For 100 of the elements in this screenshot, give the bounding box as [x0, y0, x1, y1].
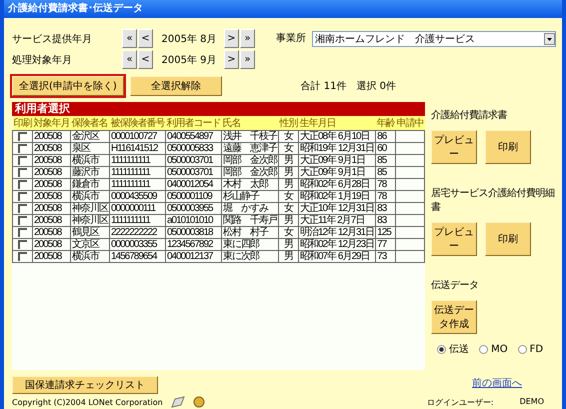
section-heading: 伝送データ	[431, 279, 480, 292]
section-heading: 介護給付費請求書	[431, 108, 508, 122]
checkbox[interactable]	[18, 240, 27, 249]
table-cell: 200508	[32, 250, 70, 262]
radio-option[interactable]: FD	[518, 344, 544, 354]
field-label: 事業所	[276, 32, 306, 45]
checkbox[interactable]	[18, 192, 27, 201]
table-cell: 昭和02年 1月19日	[298, 190, 376, 202]
table-cell: 木村 太郎	[222, 178, 278, 190]
table-cell: 文京区	[70, 238, 110, 250]
table-cell: 松村 村子	[222, 226, 278, 238]
checkbox[interactable]	[18, 228, 27, 237]
table-cell: 男	[278, 178, 298, 190]
radio-button[interactable]	[518, 344, 527, 354]
table-cell: 0500001109	[166, 190, 222, 202]
column-header: 対象年月	[32, 116, 70, 130]
table-cell: 200508	[32, 154, 70, 166]
checklist-button[interactable]: 国保連請求チェックリスト	[12, 376, 158, 394]
next-button[interactable]: »	[240, 50, 255, 69]
table-cell: 杉山静子	[222, 190, 278, 202]
table-cell: 0000003355	[110, 238, 166, 250]
table-cell: 0000000111	[110, 202, 166, 214]
previous-button[interactable]: <	[138, 50, 153, 69]
table-cell: 大正09年 9月1日	[298, 154, 376, 166]
table-cell: 0500003701	[166, 154, 222, 166]
radio-option[interactable]: 伝送	[437, 342, 470, 356]
checkbox[interactable]	[18, 252, 27, 261]
table-cell: 浅井 千枝子	[222, 130, 278, 142]
table-cell: 大正08年 6月10日	[298, 130, 376, 142]
table-cell: 0500005833	[166, 142, 222, 154]
section-heading: 居宅サービス介護給付費明細書	[431, 186, 556, 214]
table-cell: 73	[376, 250, 396, 262]
table-cell: 200508	[32, 166, 70, 178]
checkbox[interactable]	[18, 132, 27, 141]
checkbox[interactable]	[18, 144, 27, 153]
table-cell: 0500003701	[166, 166, 222, 178]
table-cell: 女	[278, 142, 298, 154]
column-header: 氏名	[222, 116, 278, 130]
table-cell: 83	[376, 202, 396, 214]
panel-title: 利用者選択	[12, 102, 426, 116]
table-cell: 遠藤 恵津子	[222, 142, 278, 154]
table-cell: 85	[376, 154, 396, 166]
table-cell: 2222222222	[110, 226, 166, 238]
table-cell: 200508	[32, 190, 70, 202]
next-button[interactable]: >	[224, 29, 239, 48]
selected-count: 選択 0件	[356, 80, 396, 93]
clear-selection-button[interactable]: 全選択解除	[130, 76, 222, 96]
table-cell: 1234567892	[166, 238, 222, 250]
create-data-button[interactable]: 伝送データ作成	[431, 300, 478, 334]
office-dropdown[interactable]: 湘南ホームフレンド 介護サービス	[312, 31, 556, 47]
next-button[interactable]: »	[240, 29, 255, 48]
checkbox[interactable]	[18, 180, 27, 189]
table-cell: 男	[278, 154, 298, 166]
table-cell: 200508	[32, 142, 70, 154]
table-cell: 神奈川区	[70, 214, 110, 226]
table-cell: 125	[376, 226, 396, 238]
table-cell: 明治12年 12月31日	[298, 226, 376, 238]
table-cell: 大正10年 12月31日	[298, 202, 376, 214]
table-cell: 東に次郎	[222, 250, 278, 262]
select-all-button[interactable]: 全選択(申請中を除く)	[12, 76, 124, 96]
action-button[interactable]: プレビュー	[431, 130, 478, 164]
action-button[interactable]: 印刷	[485, 130, 532, 164]
column-header: 利用者コード	[166, 116, 222, 130]
table-cell: 86	[376, 130, 396, 142]
table-cell: 85	[376, 166, 396, 178]
checkbox[interactable]	[18, 204, 27, 213]
table-cell: 200508	[32, 130, 70, 142]
table-cell: 0400554897	[166, 130, 222, 142]
previous-button[interactable]: «	[122, 50, 137, 69]
column-header: 被保険者番号	[110, 116, 166, 130]
table-cell: 0400012137	[166, 250, 222, 262]
table-cell: 鎌倉市	[70, 178, 110, 190]
table-cell: 昭和07年 6月29日	[298, 250, 376, 262]
table-cell: 200508	[32, 202, 70, 214]
ball-icon	[192, 396, 205, 408]
previous-button[interactable]: «	[122, 29, 137, 48]
next-button[interactable]: >	[224, 50, 239, 69]
table-cell: 岡部 金次郎	[222, 166, 278, 178]
table-cell: 関路 千寿戸	[222, 214, 278, 226]
table-cell: 1111111111	[110, 166, 166, 178]
table-cell: 0000100727	[110, 130, 166, 142]
radio-button[interactable]	[437, 344, 446, 354]
table-cell: 男	[278, 250, 298, 262]
table-cell: 男	[278, 214, 298, 226]
table-cell: 女	[278, 226, 298, 238]
table-cell: 83	[376, 214, 396, 226]
month-value: 2005年 9月	[160, 54, 218, 66]
table-cell: 昭和02年 12月23日	[298, 238, 376, 250]
checkbox[interactable]	[18, 216, 27, 225]
table-cell: 昭和02年 6月28日	[298, 178, 376, 190]
radio-option[interactable]: MO	[479, 344, 508, 354]
action-button[interactable]: 印刷	[485, 222, 532, 256]
back-link[interactable]: 前の画面へ	[472, 376, 522, 390]
action-button[interactable]: プレビュー	[431, 222, 478, 256]
table-cell: 60	[376, 142, 396, 154]
radio-button[interactable]	[479, 344, 488, 354]
checkbox[interactable]	[18, 168, 27, 177]
table-cell: 女	[278, 130, 298, 142]
previous-button[interactable]: <	[138, 29, 153, 48]
checkbox[interactable]	[18, 156, 27, 165]
